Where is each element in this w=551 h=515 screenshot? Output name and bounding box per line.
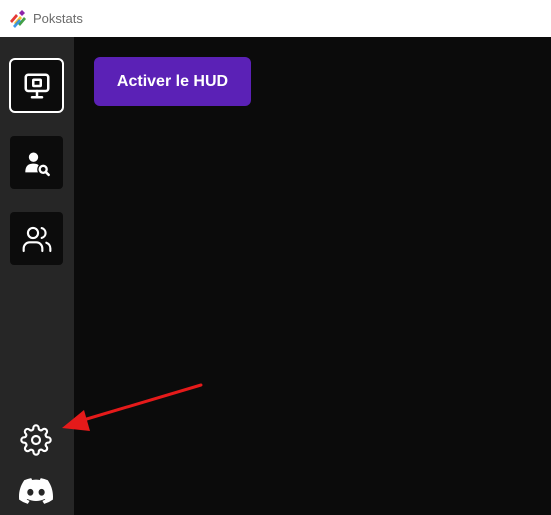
app-logo-icon	[10, 10, 26, 28]
activate-hud-button[interactable]: Activer le HUD	[94, 57, 251, 106]
sidebar-item-hud[interactable]	[9, 58, 64, 113]
sidebar-item-players[interactable]	[10, 212, 63, 265]
discord-icon	[19, 478, 53, 504]
settings-button[interactable]	[19, 423, 53, 457]
monitor-icon	[24, 73, 49, 98]
gear-icon	[20, 424, 52, 456]
users-icon	[22, 226, 51, 252]
sidebar	[0, 37, 74, 515]
app-window: Pokstats Activer le HUD	[0, 0, 551, 515]
user-search-icon	[24, 152, 50, 176]
main-content: Activer le HUD	[74, 37, 551, 515]
discord-button[interactable]	[19, 477, 53, 505]
title-bar: Pokstats	[0, 0, 551, 37]
window-title: Pokstats	[33, 11, 83, 26]
sidebar-item-player-search[interactable]	[10, 136, 63, 189]
